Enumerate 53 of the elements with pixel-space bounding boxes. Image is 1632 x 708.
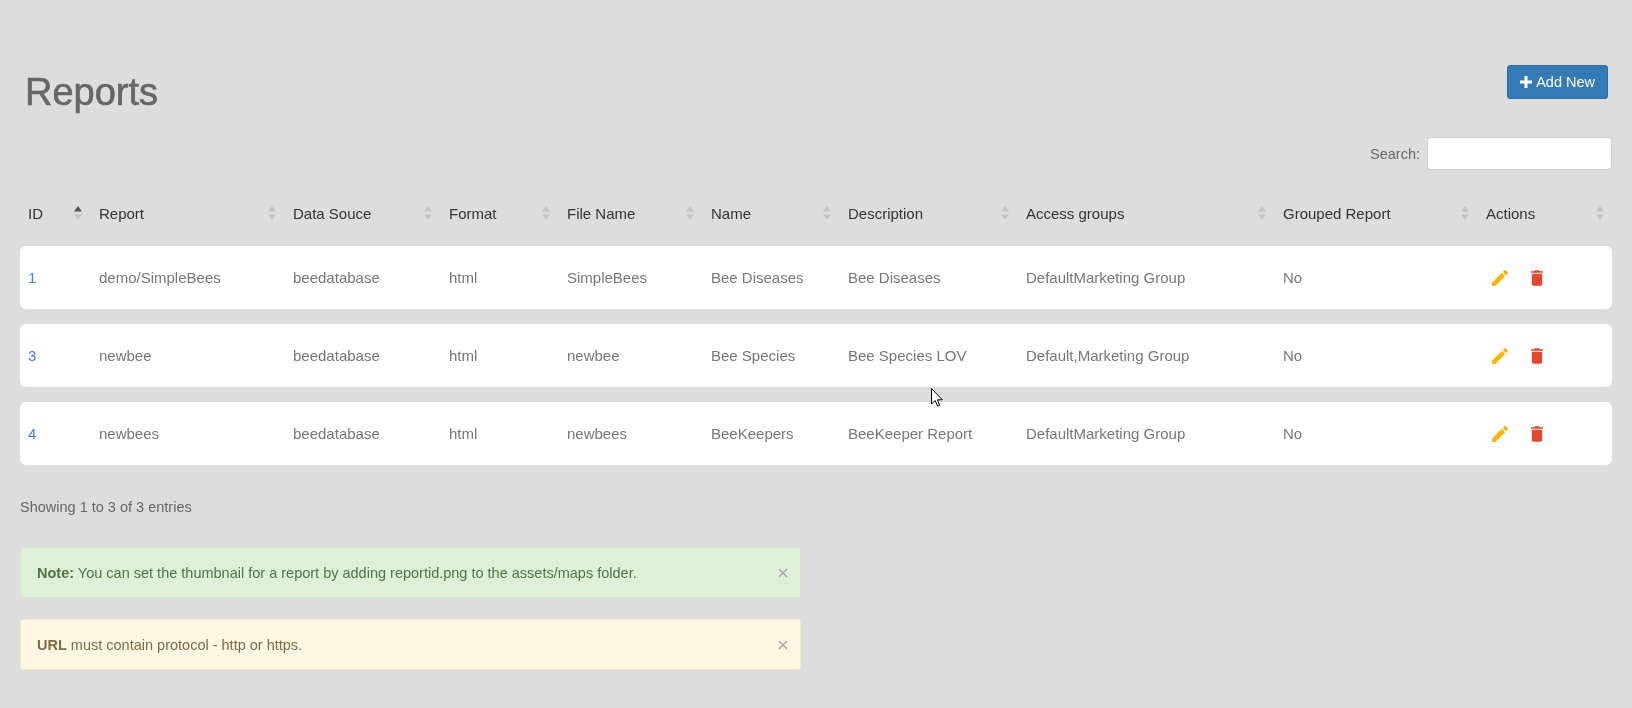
column-header[interactable]: Report [99,193,293,233]
table-cell: Default,Marketing Group [1026,347,1190,364]
table-cell: Bee Diseases [711,269,804,286]
table-info: Showing 1 to 3 of 3 entries [20,498,193,517]
plus-icon [1520,76,1533,88]
column-header[interactable]: Format [449,193,567,233]
column-header[interactable]: Data Souce [293,193,449,233]
pencil-icon[interactable] [1492,269,1508,286]
report-id-link[interactable]: 4 [28,425,37,442]
table-cell: SimpleBees [567,269,648,286]
table-cell: html [449,347,478,364]
page-title: Reports [25,70,159,115]
column-header[interactable]: File Name [567,193,711,233]
column-header[interactable]: Grouped Report [1283,193,1486,233]
alert-message: URL must contain protocol - http or https. [37,636,303,653]
table-cell: Bee Species LOV [848,347,967,364]
column-header[interactable]: Actions [1486,193,1612,233]
search-field[interactable] [1427,137,1612,170]
pencil-icon[interactable] [1492,347,1508,364]
table-cell: newbee [99,347,152,364]
column-header[interactable]: Access groups [1026,193,1283,233]
table-cell: BeeKeeper Report [848,425,973,442]
table-cell: beedatabase [293,269,380,286]
table-cell: html [449,269,478,286]
alert-message: Note: You can set the thumbnail for a report by adding reportid.png to the assets/maps folder. [37,564,637,581]
trash-icon[interactable] [1531,425,1543,442]
close-icon[interactable] [778,567,788,578]
table-cell: newbees [567,425,628,442]
column-header[interactable]: Description [848,193,1026,233]
table-cell: DefaultMarketing Group [1026,425,1186,442]
pencil-icon[interactable] [1492,425,1508,442]
trash-icon[interactable] [1531,347,1543,364]
table-cell: Bee Species [711,347,796,364]
table-cell: BeeKeepers [711,425,794,442]
table-cell: DefaultMarketing Group [1026,269,1186,286]
search-label: Search: [1370,145,1420,162]
table-cell: Bee Diseases [848,269,941,286]
table-cell: html [449,425,478,442]
table-cell: No [1283,269,1303,286]
table-cell: No [1283,425,1303,442]
trash-icon[interactable] [1531,269,1543,286]
column-header[interactable]: Name [711,193,848,233]
table-cell: demo/SimpleBees [99,269,221,286]
report-id-link[interactable]: 1 [28,269,37,286]
table-cell: newbee [567,347,620,364]
report-id-link[interactable]: 3 [28,347,37,364]
table-cell: newbees [99,425,160,442]
column-header[interactable]: ID [28,193,99,233]
table-cell: beedatabase [293,425,380,442]
close-icon[interactable] [778,639,788,650]
table-cell: No [1283,347,1303,364]
table-cell: beedatabase [293,347,380,364]
add-new-button[interactable]: Add New [1507,65,1608,99]
